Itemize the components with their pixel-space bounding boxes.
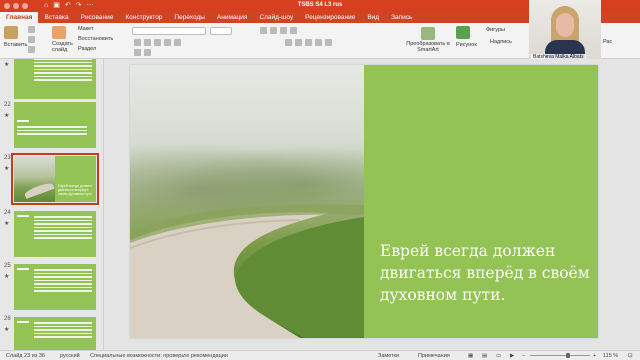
strikethrough-icon[interactable] [164, 39, 171, 46]
picture-button[interactable]: Рисунок [456, 26, 477, 48]
slide-sorter-icon[interactable]: ▤ [482, 353, 487, 359]
reset-label: Восстановить [78, 36, 114, 42]
layout-button[interactable]: Макет [78, 26, 94, 32]
comments-button[interactable]: Примечания [418, 353, 450, 359]
slide-thumbnails-pane[interactable]: ★ 22 ★ 23 ★ Еврей всегда должен двигатьс… [0, 59, 104, 350]
reading-view-icon[interactable]: ▭ [496, 353, 501, 359]
tab-design[interactable]: Конструктор [119, 12, 168, 23]
normal-view-icon[interactable]: ▦ [468, 353, 473, 359]
slide-number: 23 [4, 155, 11, 161]
star-icon: ★ [4, 274, 10, 280]
star-icon: ★ [4, 113, 10, 119]
slide-quote[interactable]: Еврей всегда должен двигаться вперёд в с… [380, 240, 590, 306]
zoom-out-icon[interactable]: − [522, 353, 525, 359]
paste-label: Вставить [4, 42, 28, 48]
tab-slideshow[interactable]: Слайд-шоу [253, 12, 299, 23]
tab-transitions[interactable]: Переходы [168, 12, 211, 23]
zoom-slider-thumb[interactable] [566, 353, 570, 358]
slide-number: 24 [4, 210, 11, 216]
star-icon: ★ [4, 327, 10, 333]
italic-icon[interactable] [144, 39, 151, 46]
thumbnail-photo [14, 156, 55, 202]
copy-icon[interactable] [28, 36, 35, 43]
cut-icon[interactable] [28, 26, 35, 33]
fit-slide-icon[interactable]: ⊡ [628, 353, 633, 359]
accessibility-status[interactable]: Специальные возможности: проверьте реком… [90, 353, 228, 359]
webcam-overlay: Batsheva Malka Albats [529, 0, 601, 63]
slide-thumbnail-22[interactable] [14, 102, 96, 148]
zoom-slider[interactable] [530, 355, 590, 356]
shapes-button[interactable]: Фигуры [486, 27, 505, 33]
align-left-icon[interactable] [285, 39, 292, 46]
font-size-field[interactable] [210, 27, 232, 35]
slide-thumbnail-24[interactable] [14, 211, 96, 257]
tab-draw[interactable]: Рисование [75, 12, 120, 23]
bullets-icon[interactable] [260, 27, 267, 34]
slide-thumbnail-21[interactable] [14, 59, 96, 99]
star-icon: ★ [4, 166, 10, 172]
increase-indent-icon[interactable] [290, 27, 297, 34]
format-painter-icon[interactable] [28, 46, 35, 53]
slide-number: 26 [4, 316, 11, 322]
align-center-icon[interactable] [295, 39, 302, 46]
tab-animations[interactable]: Анимация [211, 12, 254, 23]
convert-smartart-label: Преобразовать в SmartArt [406, 41, 450, 53]
numbering-icon[interactable] [270, 27, 277, 34]
tab-view[interactable]: Вид [361, 12, 385, 23]
path-illustration [130, 204, 364, 338]
zoom-in-icon[interactable]: + [593, 353, 596, 359]
picture-label: Рисунок [456, 42, 477, 48]
arrange-button[interactable]: Рас [603, 39, 612, 45]
slide-thumbnail-23[interactable]: Еврей всегда должен двигаться вперёд в с… [11, 153, 99, 205]
zoom-level[interactable]: 115 % [603, 353, 618, 359]
textbox-button[interactable]: Надпись [490, 39, 512, 45]
font-name-field[interactable] [132, 27, 206, 35]
slide-photo[interactable] [130, 65, 364, 338]
underline-icon[interactable] [154, 39, 161, 46]
tab-review[interactable]: Рецензирование [299, 12, 361, 23]
arrange-label: Рас [603, 39, 613, 45]
picture-icon [456, 26, 470, 39]
superscript-icon[interactable] [174, 39, 181, 46]
align-right-icon[interactable] [305, 39, 312, 46]
bold-icon[interactable] [134, 39, 141, 46]
section-button[interactable]: Раздел [78, 46, 96, 52]
slide-number: 25 [4, 263, 11, 269]
presenter-face [556, 13, 574, 37]
columns-icon[interactable] [325, 39, 332, 46]
convert-smartart-button[interactable]: Преобразовать в SmartArt [405, 27, 451, 53]
paste-button[interactable]: Вставить [4, 26, 27, 48]
font-color-icon[interactable] [134, 49, 141, 56]
decrease-indent-icon[interactable] [280, 27, 287, 34]
tab-home[interactable]: Главная [0, 12, 39, 23]
slideshow-icon[interactable]: ▶ [510, 353, 514, 359]
smartart-icon [421, 27, 435, 40]
star-icon: ★ [4, 62, 10, 68]
thumbnail-text: Еврей всегда должен двигаться вперёд в с… [58, 184, 93, 196]
shapes-label: Фигуры [486, 27, 505, 33]
paste-icon [4, 26, 18, 39]
textbox-label: Надпись [490, 39, 512, 45]
notes-button[interactable]: Заметки [378, 353, 399, 359]
slide-counter: Слайд 23 из 36 [6, 353, 45, 359]
language-indicator[interactable]: русский [60, 353, 80, 359]
layout-label: Макет [78, 26, 94, 32]
tab-insert[interactable]: Вставка [38, 12, 74, 23]
new-slide-icon [52, 26, 66, 39]
section-label: Раздел [78, 46, 97, 52]
justify-icon[interactable] [315, 39, 322, 46]
status-bar: Слайд 23 из 36 русский Специальные возмо… [0, 350, 640, 360]
slide-number: 22 [4, 102, 11, 108]
highlight-icon[interactable] [144, 49, 151, 56]
star-icon: ★ [4, 221, 10, 227]
reset-button[interactable]: Восстановить [78, 36, 113, 42]
slide-thumbnail-25[interactable] [14, 264, 96, 310]
slide-thumbnail-26[interactable] [14, 317, 96, 350]
tab-record[interactable]: Запись [385, 12, 418, 23]
